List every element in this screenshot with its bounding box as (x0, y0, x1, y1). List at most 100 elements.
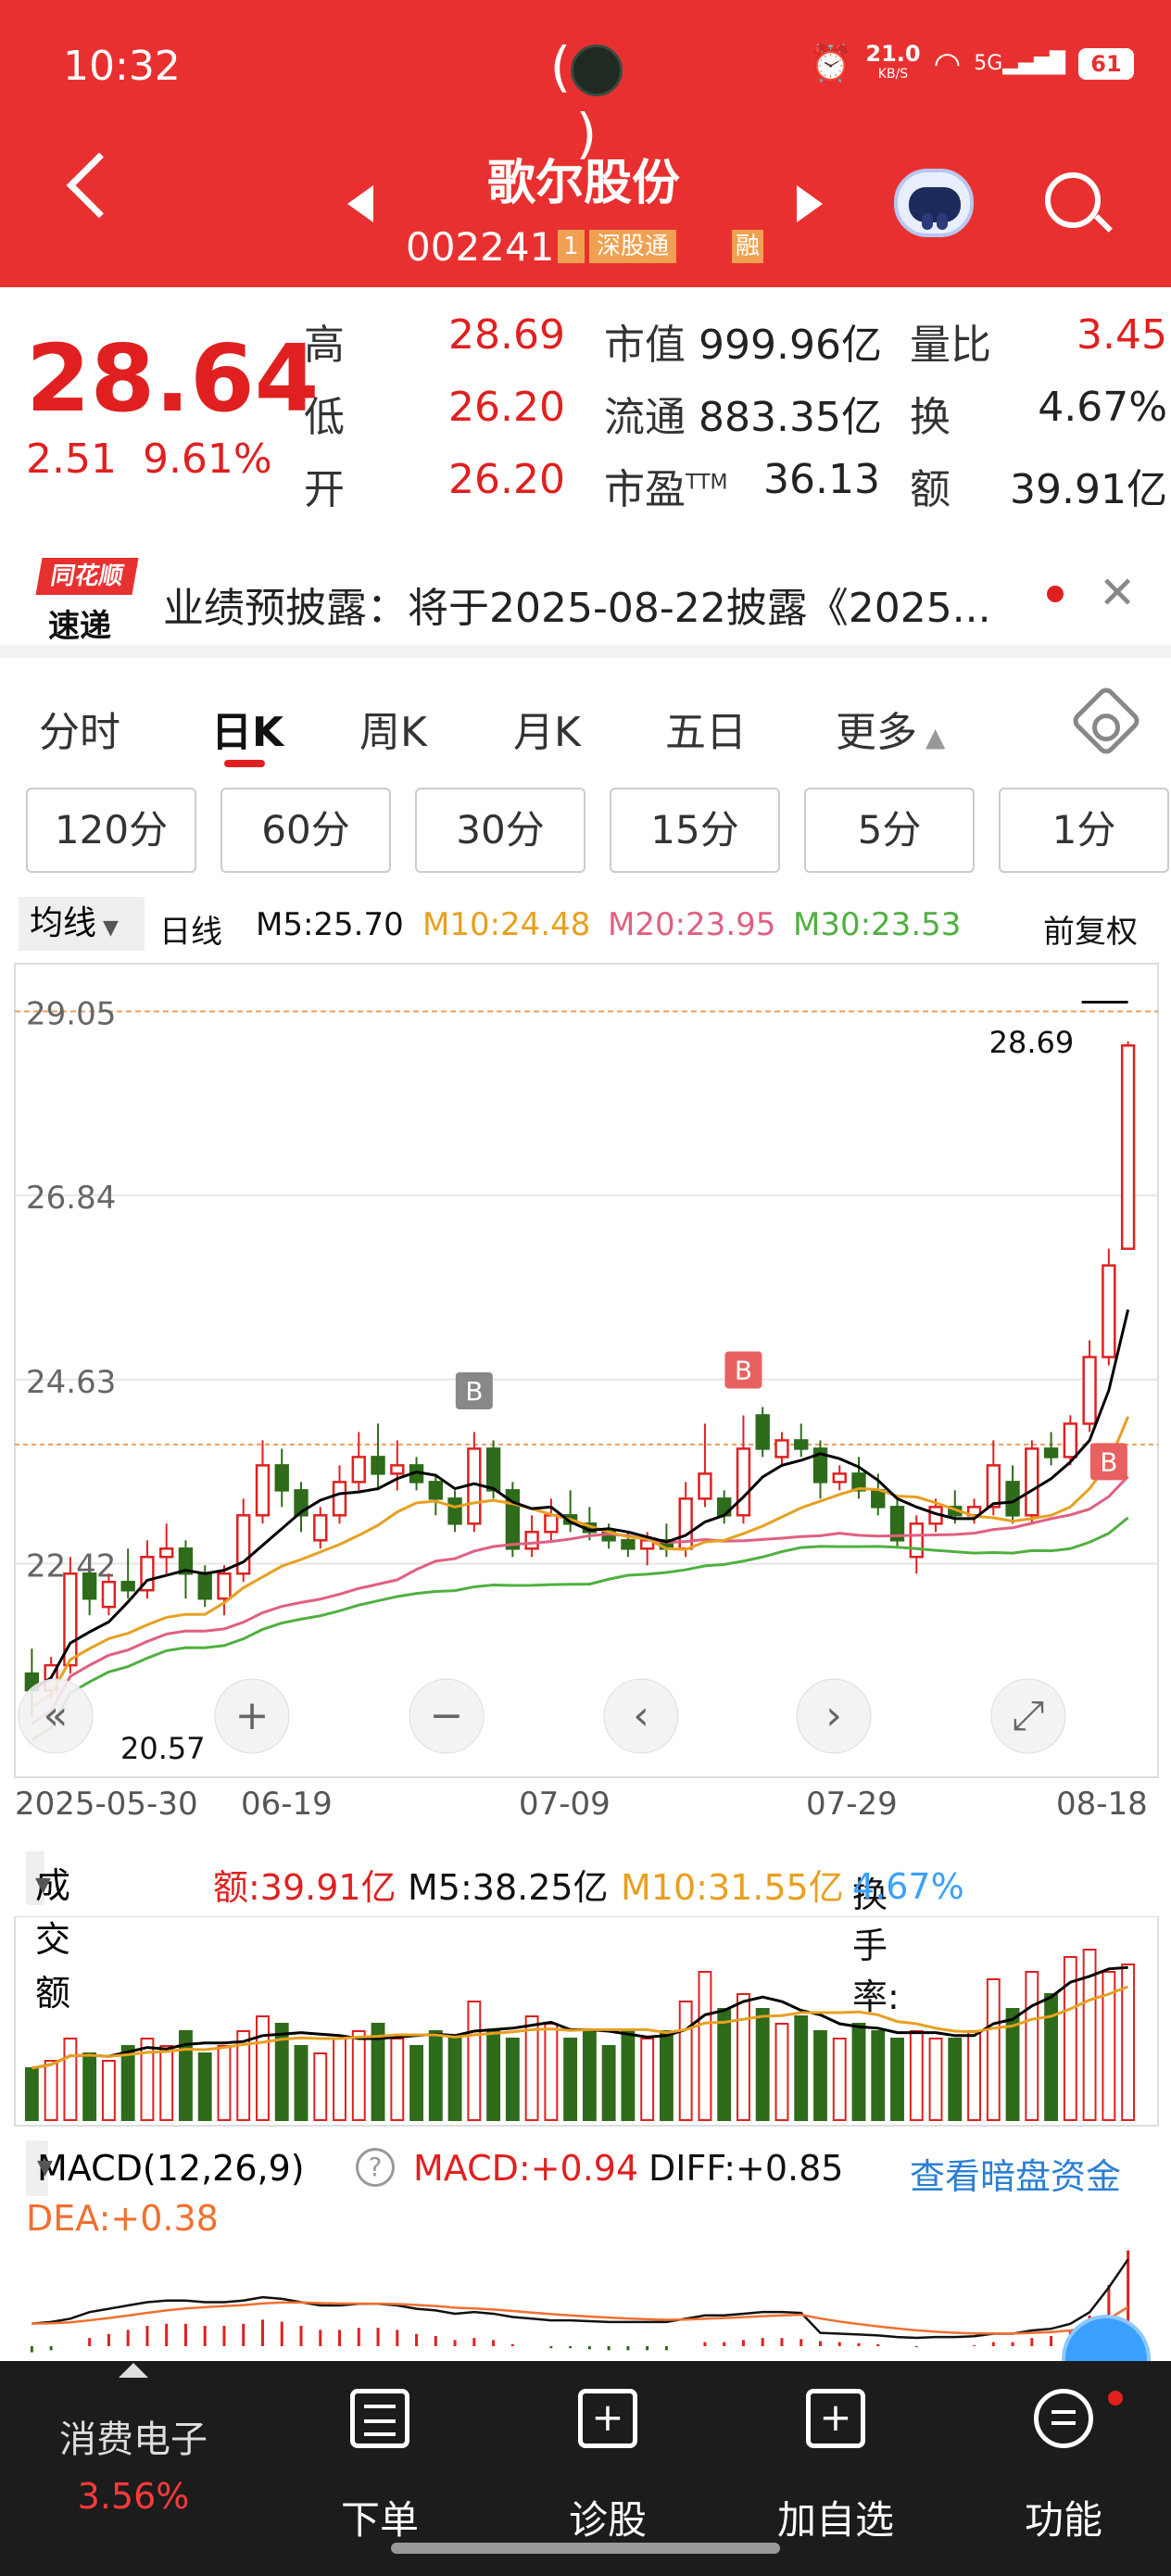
prev-stock-icon[interactable] (347, 185, 373, 222)
tab-intraday[interactable]: 分时 (39, 699, 120, 758)
volume-bar (890, 2038, 904, 2121)
candle-body (871, 1489, 886, 1509)
volume-bar (871, 2030, 886, 2121)
ma-period: 日线 (159, 914, 222, 951)
candle-body (390, 1464, 405, 1475)
dea-value: DEA:+0.38 (26, 2198, 219, 2239)
buy-marker-label: B (1100, 1446, 1117, 1477)
dea-line (31, 2301, 1129, 2335)
mcap-label: 市值 (604, 322, 686, 369)
x-tick-label: 2025-05-30 (15, 1786, 198, 1823)
next-stock-icon[interactable] (797, 185, 823, 222)
tab-weekly[interactable]: 周K (359, 699, 427, 758)
candle-body (371, 1456, 385, 1475)
macd-selector[interactable]: MACD(12,26,9) ▼ (26, 2140, 305, 2196)
back-icon[interactable] (66, 152, 132, 219)
volume-bar (351, 2030, 366, 2121)
home-indicator (391, 2543, 780, 2554)
close-icon[interactable]: ✕ (1099, 567, 1136, 619)
volume-bar (1025, 1971, 1039, 2121)
tab-active-indicator (224, 760, 265, 767)
max-price-label: 28.69 (989, 1025, 1075, 1060)
tab-daily[interactable]: 日K (211, 699, 283, 758)
dark-pool-link[interactable]: 查看暗盘资金 (910, 2148, 1121, 2199)
btn-30min[interactable]: 30分 (415, 788, 586, 873)
volume-bar (563, 2038, 578, 2121)
volume-ma10-line (31, 1985, 1129, 2070)
candle-body (909, 1522, 924, 1559)
open-label: 开 (304, 466, 345, 513)
candle-body (313, 1514, 328, 1542)
y-tick-label: 29.05 (26, 995, 116, 1032)
search-icon[interactable] (1045, 172, 1101, 228)
btn-5min[interactable]: 5分 (804, 788, 975, 873)
volume-bar (967, 2030, 981, 2121)
tab-five-day[interactable]: 五日 (665, 699, 747, 758)
candle-body (1043, 1447, 1059, 1458)
tag-margin: 融 (732, 230, 763, 263)
volume-chart[interactable] (0, 1916, 1171, 2129)
btn-120min[interactable]: 120分 (26, 788, 196, 873)
x-tick-label: 08-18 (1056, 1786, 1148, 1823)
candle-body (1102, 1264, 1116, 1358)
scroll-right-icon-glyph: › (825, 1692, 842, 1739)
candle-body (774, 1439, 789, 1458)
volume-bar (928, 2038, 943, 2121)
candle-body (621, 1539, 636, 1550)
price-change: 2.51 9.61% (26, 436, 272, 483)
ma30-value: M30:23.53 (793, 906, 962, 943)
volume-bar (313, 2052, 328, 2121)
candle-body (1025, 1447, 1039, 1517)
turnover-label: 换 (910, 394, 951, 441)
header: 10:32 () ⏰ 21.0 KB/S ◠ 5G▂▄▆█ 61 歌尔股份 00… (0, 0, 1171, 287)
candlestick-chart[interactable]: 29.0526.8424.6322.4228.6920.57BBB« + − ‹ › ⤢2… (0, 954, 1171, 1881)
volume-amount: 额:39.91亿 (213, 1867, 397, 1908)
macd-legend: MACD(12,26,9) ▼ ? MACD:+0.94 DIFF:+0.85 … (0, 2140, 1171, 2252)
volume-selector[interactable]: 成交额 ▼ (26, 1851, 70, 2014)
turnover-value: 4.67% (1038, 384, 1167, 431)
news-text[interactable]: 业绩预披露：将于2025-08-22披露《2025... (163, 575, 1034, 634)
volume-m10: M10:31.55亿 (621, 1867, 844, 1908)
volume-bar (659, 2030, 674, 2121)
ma5-value: M5:25.70 (256, 906, 404, 943)
x-tick-label: 06-19 (241, 1786, 333, 1823)
candle-body (755, 1414, 770, 1450)
news-banner[interactable]: 同花顺 速递 业绩预披露：将于2025-08-22披露《2025... (0, 537, 1171, 658)
volume-bar (832, 2038, 847, 2121)
volume-ratio-value: 3.45 (1077, 311, 1167, 359)
help-icon[interactable]: ? (356, 2148, 395, 2187)
tab-monthly[interactable]: 月K (513, 699, 581, 758)
volume-ma5-line (31, 1965, 1128, 2070)
buy-marker-label: B (465, 1376, 483, 1407)
assistant-robot-icon[interactable] (894, 169, 974, 237)
status-bar: 10:32 () ⏰ 21.0 KB/S ◠ 5G▂▄▆█ 61 (0, 0, 1171, 165)
order-icon (350, 2389, 409, 2448)
buy-marker-label: B (735, 1355, 752, 1385)
volume-legend: 成交额 ▼ 额:39.91亿 M5:38.25亿 M10:31.55亿 换手率:… (0, 1851, 1171, 2017)
candle-body (698, 1472, 712, 1500)
diff-line (31, 2258, 1129, 2340)
volume-bar (447, 2038, 462, 2121)
volume-ratio-label: 量比 (910, 322, 991, 369)
float-value: 883.35亿 (699, 394, 882, 441)
volume-bar (467, 2001, 482, 2121)
macd-chart[interactable] (0, 2242, 1171, 2361)
adjust-mode[interactable]: 前复权 (1043, 906, 1138, 952)
wifi-icon: ◠ (933, 44, 962, 82)
candle-body (794, 1439, 809, 1450)
volume-bar (294, 2045, 308, 2121)
btn-1min[interactable]: 1分 (999, 788, 1169, 873)
dropdown-icon: ▼ (37, 2156, 53, 2179)
high-label: 高 (304, 322, 345, 369)
btn-60min[interactable]: 60分 (220, 788, 391, 873)
caret-up-icon (119, 2363, 148, 2378)
btn-15min[interactable]: 15分 (610, 788, 780, 873)
volume-bar (256, 2015, 270, 2121)
candle-body (274, 1464, 289, 1492)
ma-selector[interactable]: 均线 ▼ (19, 897, 145, 951)
tab-more[interactable]: 更多 ▲ (836, 699, 945, 758)
ma30-line (31, 1516, 1129, 1742)
candle-body (832, 1472, 847, 1484)
period-tabs: 分时 日K 周K 月K 五日 更多 ▲ (0, 671, 1171, 773)
net-speed: 21.0 KB/S (865, 40, 921, 82)
